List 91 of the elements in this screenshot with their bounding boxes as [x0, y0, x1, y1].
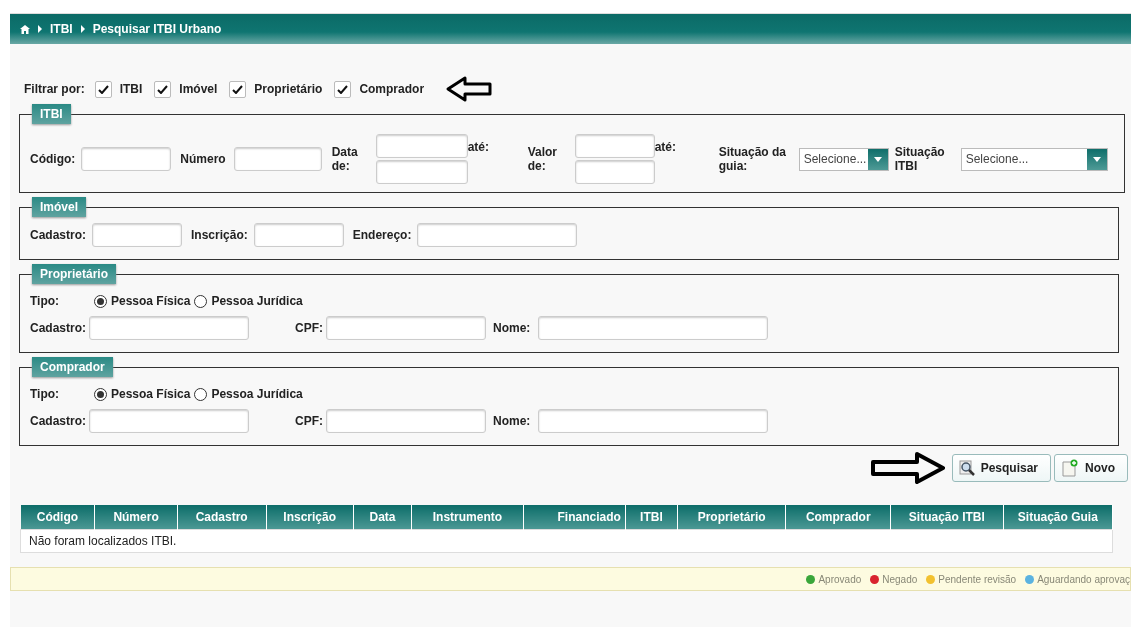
field-label: Código: [30, 152, 76, 166]
checkbox-label: Proprietário [254, 82, 323, 96]
text-field[interactable] [326, 409, 486, 433]
filter-label: Filtrar por: [24, 82, 85, 96]
text-field[interactable] [326, 316, 486, 340]
checkbox-label: Imóvel [179, 82, 218, 96]
radio-button[interactable] [194, 387, 208, 401]
column-header[interactable]: Comprador [785, 505, 891, 530]
field-label: Situação ITBI [894, 145, 946, 173]
column-header[interactable]: Código [20, 505, 95, 530]
field-label: até: [467, 140, 490, 154]
text-field[interactable] [417, 223, 578, 247]
text-field[interactable] [538, 409, 768, 433]
field-label: Cadastro: [30, 321, 87, 335]
field-label: Tipo: [30, 294, 61, 308]
checkmark-icon [157, 84, 169, 94]
field-label: até: [654, 140, 677, 154]
chevron-icon [38, 25, 42, 33]
date-from-field[interactable] [375, 134, 468, 158]
checkbox[interactable] [229, 80, 247, 98]
checkbox[interactable] [334, 80, 352, 98]
field-label: Situação da guia: [718, 145, 788, 173]
checkbox-label: Comprador [359, 82, 425, 96]
breadcrumb-item[interactable]: Pesquisar ITBI Urbano [92, 22, 222, 36]
column-header[interactable]: ITBI [625, 505, 678, 530]
chevron-icon [80, 25, 85, 33]
dropdown-icon [873, 156, 882, 162]
field-label: Endereço: [352, 228, 412, 242]
dropdown-icon [1092, 156, 1101, 162]
column-header[interactable]: Número [94, 505, 178, 530]
column-header[interactable]: Situação ITBI [890, 505, 1004, 530]
section-title: Imóvel [32, 197, 86, 217]
breadcrumb-item[interactable]: ITBI [50, 22, 73, 36]
column-header[interactable]: Proprietário [677, 505, 786, 530]
field-label: Nome: [493, 414, 532, 428]
field-label: CPF: [295, 321, 324, 335]
field-label: Valor de: [527, 145, 559, 173]
field-label: Número [180, 152, 226, 166]
text-field[interactable] [253, 223, 344, 247]
field-label: Cadastro: [30, 414, 87, 428]
checkbox[interactable] [154, 80, 172, 98]
new-button[interactable]: Novo [1054, 454, 1128, 482]
value-from-field[interactable] [574, 134, 655, 158]
radio-label: Pessoa Física [111, 294, 191, 308]
value-from-field[interactable] [574, 160, 655, 184]
checkmark-icon [337, 84, 349, 94]
home-icon[interactable] [20, 24, 30, 34]
legend-label: Aguardando aprovaç [1037, 573, 1130, 585]
radio-button[interactable] [94, 387, 107, 401]
column-header[interactable]: Cadastro [177, 505, 266, 530]
checkbox[interactable] [94, 80, 112, 98]
column-header[interactable]: Data [353, 505, 412, 530]
radio-label: Pessoa Jurídica [211, 294, 303, 308]
text-field[interactable] [89, 409, 249, 433]
code-field[interactable] [81, 147, 172, 171]
date-from-field[interactable] [375, 160, 468, 184]
field-label: Data de: [331, 145, 359, 173]
radio-label: Pessoa Jurídica [211, 387, 303, 401]
section-title: ITBI [32, 104, 71, 124]
search-button[interactable]: Pesquisar [951, 454, 1051, 482]
field-label: Nome: [493, 321, 532, 335]
text-field[interactable] [538, 316, 768, 340]
number-field[interactable] [233, 147, 322, 171]
select-field[interactable]: Selecione... [960, 147, 1108, 171]
legend-label: Negado [882, 573, 918, 585]
magnifier-icon [958, 460, 975, 476]
legend-label: Pendente revisão [938, 573, 1017, 585]
section-title: Proprietário [32, 264, 116, 284]
column-header[interactable]: Instrumento [411, 505, 524, 530]
field-label: CPF: [295, 414, 324, 428]
left-arrow-icon [446, 76, 493, 102]
radio-button[interactable] [94, 294, 107, 308]
column-header[interactable]: Situação Guia [1003, 505, 1113, 530]
text-field[interactable] [89, 316, 249, 340]
checkbox-label: ITBI [119, 82, 143, 96]
section-title: Comprador [32, 357, 113, 377]
right-arrow-icon [870, 452, 945, 484]
radio-button[interactable] [194, 294, 208, 308]
legend-label: Aprovado [818, 573, 862, 585]
checkmark-icon [97, 84, 109, 94]
column-header[interactable]: Financiado [523, 505, 626, 530]
select-field[interactable]: Selecione... [798, 147, 889, 171]
empty-message: Não foram localizados ITBI. [29, 534, 177, 548]
radio-label: Pessoa Física [111, 387, 191, 401]
text-field[interactable] [92, 223, 182, 247]
column-header[interactable]: Inscrição [266, 505, 354, 530]
field-label: Tipo: [30, 387, 61, 401]
field-label: Inscrição: [191, 228, 248, 242]
checkmark-icon [232, 84, 244, 94]
new-document-icon [1061, 459, 1079, 477]
field-label: Cadastro: [30, 228, 86, 242]
